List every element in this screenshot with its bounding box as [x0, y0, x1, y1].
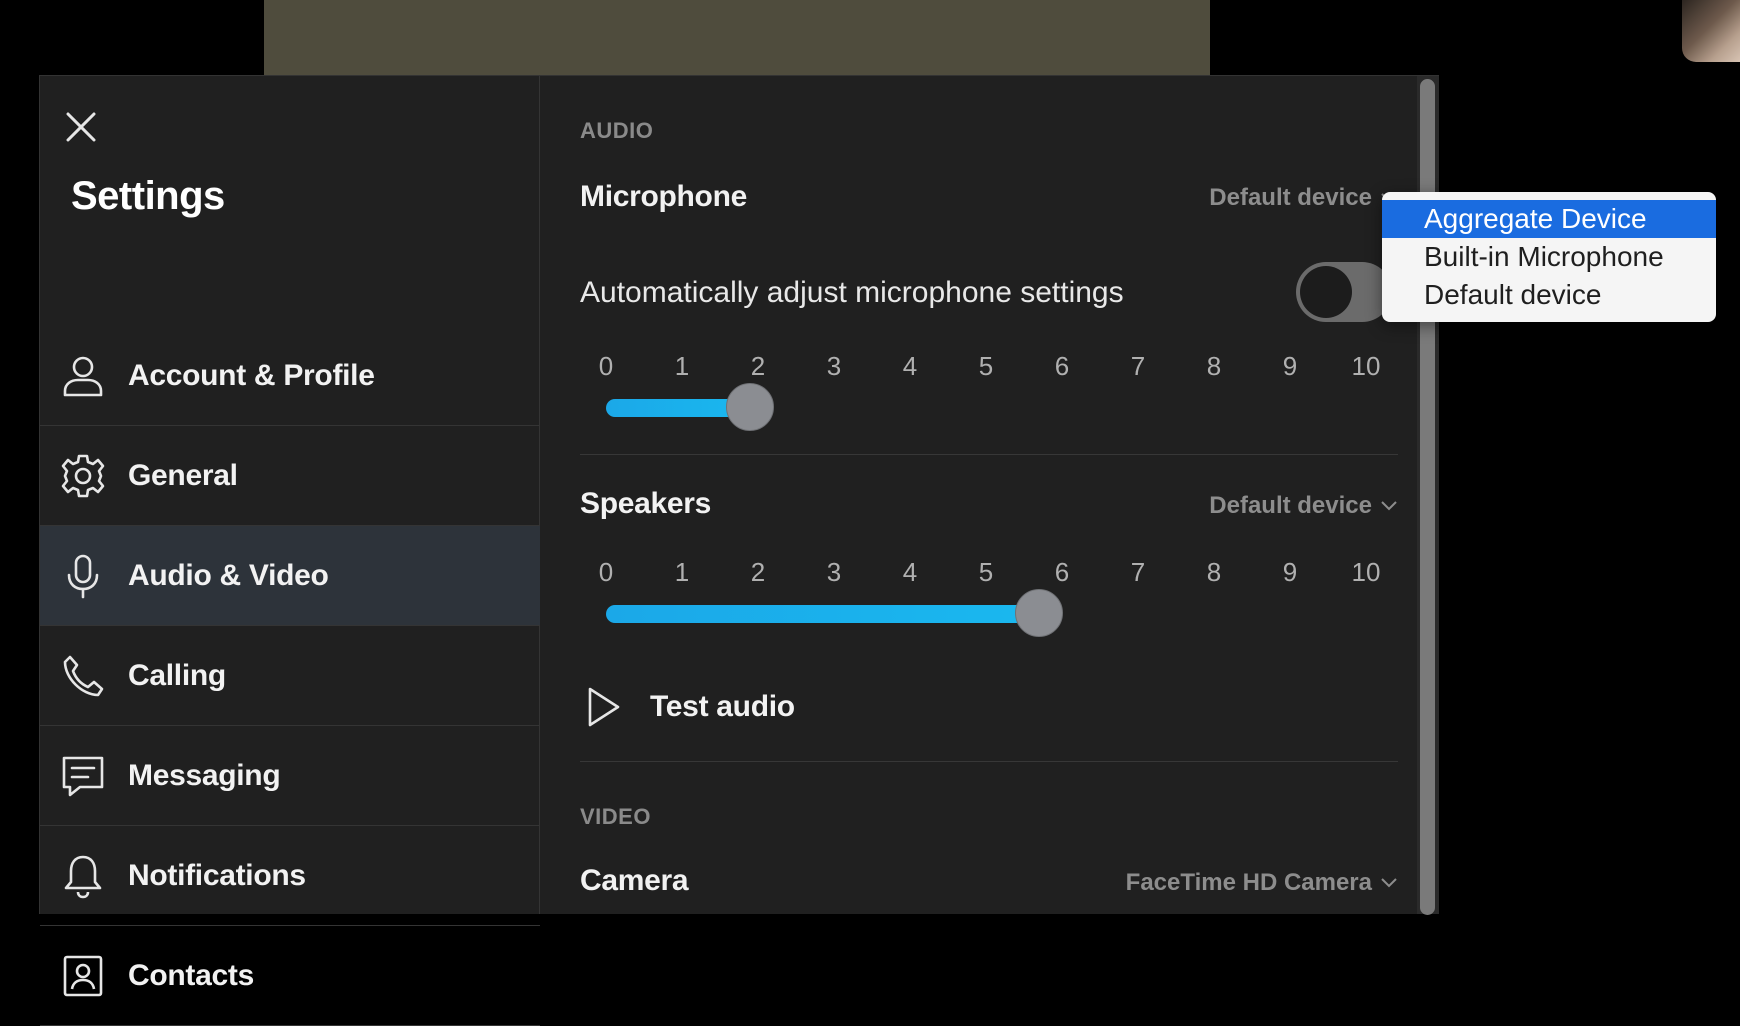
sidebar-item-label: Messaging — [128, 758, 281, 792]
scale-tick: 9 — [1282, 351, 1298, 381]
contacts-icon — [60, 953, 106, 999]
speakers-device-value: Default device — [1209, 492, 1372, 519]
microphone-icon — [60, 553, 106, 599]
divider — [580, 454, 1398, 455]
toggle-knob — [1300, 266, 1352, 318]
sidebar-item-general[interactable]: General — [40, 426, 540, 526]
dropdown-option-built-in-microphone[interactable]: Built-in Microphone — [1382, 238, 1716, 276]
test-audio-label: Test audio — [650, 690, 795, 723]
sidebar-item-label: General — [128, 458, 238, 492]
test-audio-button[interactable]: Test audio — [586, 686, 795, 728]
microphone-label: Microphone — [580, 180, 747, 213]
dropdown-option-aggregate-device[interactable]: Aggregate Device — [1382, 200, 1716, 238]
scale-tick: 10 — [1351, 557, 1381, 587]
scale-tick: 5 — [978, 557, 994, 587]
sidebar-item-contacts[interactable]: Contacts — [40, 926, 540, 1026]
microphone-device-dropdown: Aggregate Device Built-in Microphone Def… — [1382, 192, 1716, 322]
scale-tick: 10 — [1351, 351, 1381, 381]
slider-fill — [606, 605, 1040, 623]
microphone-scale: 0 1 2 3 4 5 6 7 8 9 10 — [594, 351, 1381, 381]
scale-tick: 8 — [1206, 351, 1222, 381]
sidebar-item-label: Account & Profile — [128, 358, 375, 392]
dropdown-option-default-device[interactable]: Default device — [1382, 276, 1716, 314]
sidebar-item-account-profile[interactable]: Account & Profile — [40, 326, 540, 426]
close-icon — [66, 112, 96, 142]
auto-adjust-toggle[interactable] — [1296, 262, 1392, 322]
speakers-scale: 0 1 2 3 4 5 6 7 8 9 10 — [594, 557, 1381, 587]
gear-icon — [60, 453, 106, 499]
scale-tick: 4 — [902, 351, 918, 381]
scale-tick: 9 — [1282, 557, 1298, 587]
bell-icon — [60, 853, 106, 899]
scale-tick: 0 — [598, 351, 614, 381]
scale-tick: 3 — [826, 351, 842, 381]
settings-content: AUDIO Microphone Default device Automati… — [580, 76, 1398, 914]
camera-device-value: FaceTime HD Camera — [1125, 869, 1372, 896]
sidebar-item-label: Contacts — [128, 958, 254, 992]
message-icon — [60, 753, 106, 799]
settings-title: Settings — [71, 174, 225, 218]
slider-knob[interactable] — [1015, 589, 1064, 637]
video-section-title: VIDEO — [580, 804, 651, 829]
settings-nav: Account & Profile General Audio & Video … — [40, 326, 540, 1026]
scale-tick: 2 — [750, 557, 766, 587]
speakers-volume-slider[interactable] — [606, 589, 1366, 639]
microphone-device-select[interactable]: Default device — [1209, 184, 1398, 212]
camera-label: Camera — [580, 864, 689, 897]
sidebar-item-label: Calling — [128, 658, 226, 692]
scale-tick: 2 — [750, 351, 766, 381]
auto-adjust-label: Automatically adjust microphone settings — [580, 276, 1124, 309]
video-preview-background — [264, 0, 1210, 75]
sidebar-item-notifications[interactable]: Notifications — [40, 826, 540, 926]
scale-tick: 7 — [1130, 351, 1146, 381]
microphone-volume-slider[interactable] — [606, 383, 1366, 433]
play-icon — [588, 687, 620, 727]
scale-tick: 3 — [826, 557, 842, 587]
self-view-thumbnail — [1682, 0, 1740, 62]
person-icon — [60, 353, 106, 399]
sidebar-item-audio-video[interactable]: Audio & Video — [40, 526, 540, 626]
close-button[interactable] — [64, 110, 98, 144]
scale-tick: 6 — [1054, 351, 1070, 381]
speakers-label: Speakers — [580, 487, 712, 520]
scale-tick: 0 — [598, 557, 614, 587]
sidebar-item-label: Audio & Video — [128, 558, 329, 592]
camera-device-select[interactable]: FaceTime HD Camera — [1126, 869, 1398, 897]
sidebar-item-label: Notifications — [128, 858, 306, 892]
settings-dialog: Settings Account & Profile General Audio… — [39, 75, 1439, 1026]
chevron-down-icon — [1381, 878, 1397, 888]
scale-tick: 4 — [902, 557, 918, 587]
scale-tick: 6 — [1054, 557, 1070, 587]
scale-tick: 8 — [1206, 557, 1222, 587]
scale-tick: 1 — [674, 557, 690, 587]
scale-tick: 7 — [1130, 557, 1146, 587]
scale-tick: 1 — [674, 351, 690, 381]
phone-icon — [60, 653, 106, 699]
sidebar-item-calling[interactable]: Calling — [40, 626, 540, 726]
scale-tick: 5 — [978, 351, 994, 381]
microphone-device-value: Default device — [1209, 184, 1372, 211]
speakers-device-select[interactable]: Default device — [1209, 492, 1398, 520]
settings-sidebar: Settings Account & Profile General Audio… — [40, 76, 540, 1026]
divider — [580, 761, 1398, 762]
chevron-down-icon — [1381, 501, 1397, 511]
sidebar-item-messaging[interactable]: Messaging — [40, 726, 540, 826]
slider-knob[interactable] — [726, 383, 775, 431]
audio-section-title: AUDIO — [580, 118, 654, 143]
